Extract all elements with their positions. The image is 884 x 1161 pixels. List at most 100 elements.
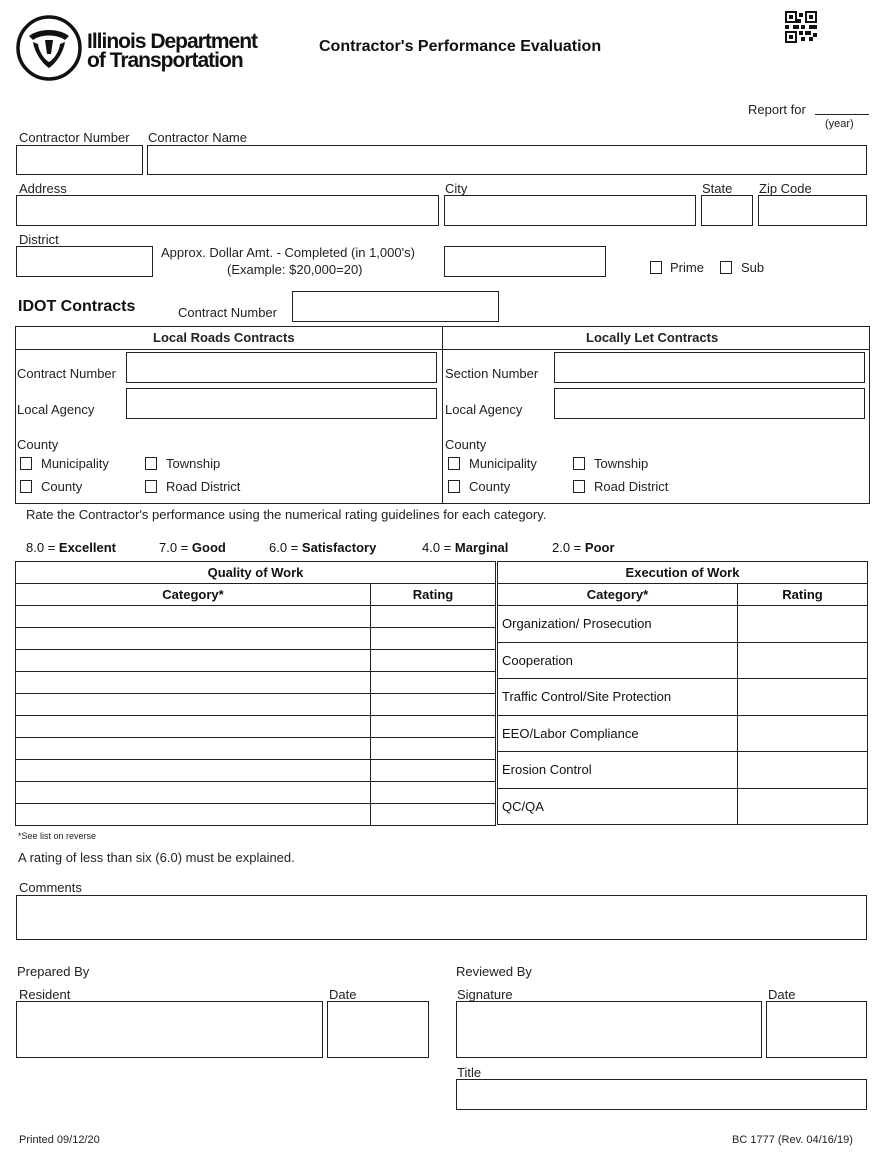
- title-label: Title: [457, 1065, 482, 1080]
- resident-field[interactable]: [16, 1001, 323, 1058]
- dollar-amt-field[interactable]: [444, 246, 606, 277]
- ll-county-option-label: County: [469, 479, 511, 494]
- ll-road-district-checkbox[interactable]: [573, 480, 585, 493]
- agency-name-line2: of Transportation: [87, 49, 244, 72]
- form-id: BC 1777 (Rev. 04/16/19): [732, 1134, 853, 1146]
- quality-rating-cell[interactable]: [370, 649, 496, 672]
- quality-category-cell[interactable]: [15, 803, 371, 826]
- ll-section-number-field[interactable]: [554, 352, 865, 383]
- idot-contract-number-label: Contract Number: [178, 305, 277, 320]
- quality-rating-cell[interactable]: [370, 693, 496, 716]
- quality-rating-cell[interactable]: [370, 803, 496, 826]
- quality-rating-cell[interactable]: [370, 627, 496, 650]
- contractor-number-label: Contractor Number: [19, 130, 130, 145]
- execution-heading: Execution of Work: [497, 561, 868, 584]
- report-year-field[interactable]: [815, 114, 869, 115]
- idot-contract-number-field[interactable]: [292, 291, 499, 322]
- prime-checkbox[interactable]: [650, 261, 662, 274]
- quality-row: [15, 715, 496, 738]
- quality-rating-cell[interactable]: [370, 737, 496, 760]
- prepared-date-field[interactable]: [327, 1001, 429, 1058]
- ll-municipality-checkbox[interactable]: [448, 457, 460, 470]
- locally-let-heading: Locally Let Contracts: [586, 330, 719, 345]
- execution-rating-cell[interactable]: [737, 714, 868, 752]
- district-field[interactable]: [16, 246, 153, 277]
- execution-category-cell: EEO/Labor Compliance: [497, 714, 738, 752]
- lr-local-agency-field[interactable]: [126, 388, 437, 419]
- ll-township-checkbox[interactable]: [573, 457, 585, 470]
- quality-row: [15, 605, 496, 628]
- ll-county-checkbox[interactable]: [448, 480, 460, 493]
- lr-municipality-checkbox[interactable]: [20, 457, 32, 470]
- quality-category-cell[interactable]: [15, 781, 371, 804]
- comments-field[interactable]: [16, 895, 867, 940]
- execution-row: Cooperation: [497, 641, 868, 679]
- city-field[interactable]: [444, 195, 696, 226]
- quality-category-cell[interactable]: [15, 649, 371, 672]
- ll-township-label: Township: [594, 456, 649, 471]
- reviewed-date-field[interactable]: [766, 1001, 867, 1058]
- printed-date: Printed 09/12/20: [19, 1134, 100, 1146]
- resident-label: Resident: [19, 987, 71, 1002]
- lr-contract-number-field[interactable]: [126, 352, 437, 383]
- lr-township-checkbox[interactable]: [145, 457, 157, 470]
- scale-marginal: 4.0 = Marginal: [422, 540, 509, 555]
- quality-category-cell[interactable]: [15, 737, 371, 760]
- quality-rating-cell[interactable]: [370, 671, 496, 694]
- signature-label: Signature: [457, 987, 513, 1002]
- sub-checkbox[interactable]: [720, 261, 732, 274]
- quality-category-cell[interactable]: [15, 759, 371, 782]
- idot-logo: Illinois Department of Transportation: [15, 14, 265, 84]
- contractor-number-field[interactable]: [16, 145, 143, 175]
- quality-col-category: Category*: [15, 583, 371, 606]
- execution-row: Organization/ Prosecution: [497, 605, 868, 643]
- address-field[interactable]: [16, 195, 439, 226]
- signature-field[interactable]: [456, 1001, 762, 1058]
- quality-category-cell[interactable]: [15, 715, 371, 738]
- execution-of-work-table: Execution of Work Category* Rating Organ…: [497, 561, 868, 825]
- quality-rating-cell[interactable]: [370, 605, 496, 628]
- city-label: City: [445, 181, 468, 196]
- explain-note: A rating of less than six (6.0) must be …: [18, 850, 295, 865]
- year-caption: (year): [825, 118, 854, 130]
- prime-label: Prime: [670, 260, 704, 275]
- contractor-name-field[interactable]: [147, 145, 867, 175]
- dollar-amt-example: (Example: $20,000=20): [227, 262, 363, 277]
- lr-county-checkbox[interactable]: [20, 480, 32, 493]
- title-field[interactable]: [456, 1079, 867, 1110]
- execution-rating-cell[interactable]: [737, 641, 868, 679]
- quality-rating-cell[interactable]: [370, 715, 496, 738]
- lr-road-district-checkbox[interactable]: [145, 480, 157, 493]
- state-field[interactable]: [701, 195, 753, 226]
- quality-col-rating: Rating: [370, 583, 496, 606]
- execution-category-cell: QC/QA: [497, 787, 738, 825]
- quality-rating-cell[interactable]: [370, 759, 496, 782]
- quality-row: [15, 671, 496, 694]
- zip-field[interactable]: [758, 195, 867, 226]
- ll-local-agency-field[interactable]: [554, 388, 865, 419]
- ll-local-agency-label: Local Agency: [445, 402, 523, 417]
- scale-excellent: 8.0 = Excellent: [26, 540, 116, 555]
- scale-satisfactory: 6.0 = Satisfactory: [269, 540, 377, 555]
- lr-county-option-label: County: [41, 479, 83, 494]
- quality-row: [15, 627, 496, 650]
- quality-category-cell[interactable]: [15, 693, 371, 716]
- execution-rating-cell[interactable]: [737, 751, 868, 789]
- idot-logo-icon: [16, 15, 82, 81]
- quality-category-cell[interactable]: [15, 671, 371, 694]
- quality-rating-cell[interactable]: [370, 781, 496, 804]
- quality-category-cell[interactable]: [15, 627, 371, 650]
- execution-rating-cell[interactable]: [737, 787, 868, 825]
- lr-township-label: Township: [166, 456, 221, 471]
- execution-rating-cell[interactable]: [737, 605, 868, 643]
- quality-category-cell[interactable]: [15, 605, 371, 628]
- lr-local-agency-label: Local Agency: [17, 402, 95, 417]
- execution-category-cell: Traffic Control/Site Protection: [497, 678, 738, 716]
- dollar-amt-label: Approx. Dollar Amt. - Completed (in 1,00…: [161, 245, 415, 260]
- scale-poor: 2.0 = Poor: [552, 540, 615, 555]
- execution-rating-cell[interactable]: [737, 678, 868, 716]
- execution-row: QC/QA: [497, 787, 868, 825]
- prepared-date-label: Date: [329, 987, 357, 1002]
- local-roads-heading: Local Roads Contracts: [153, 330, 295, 345]
- lr-road-district-label: Road District: [166, 479, 241, 494]
